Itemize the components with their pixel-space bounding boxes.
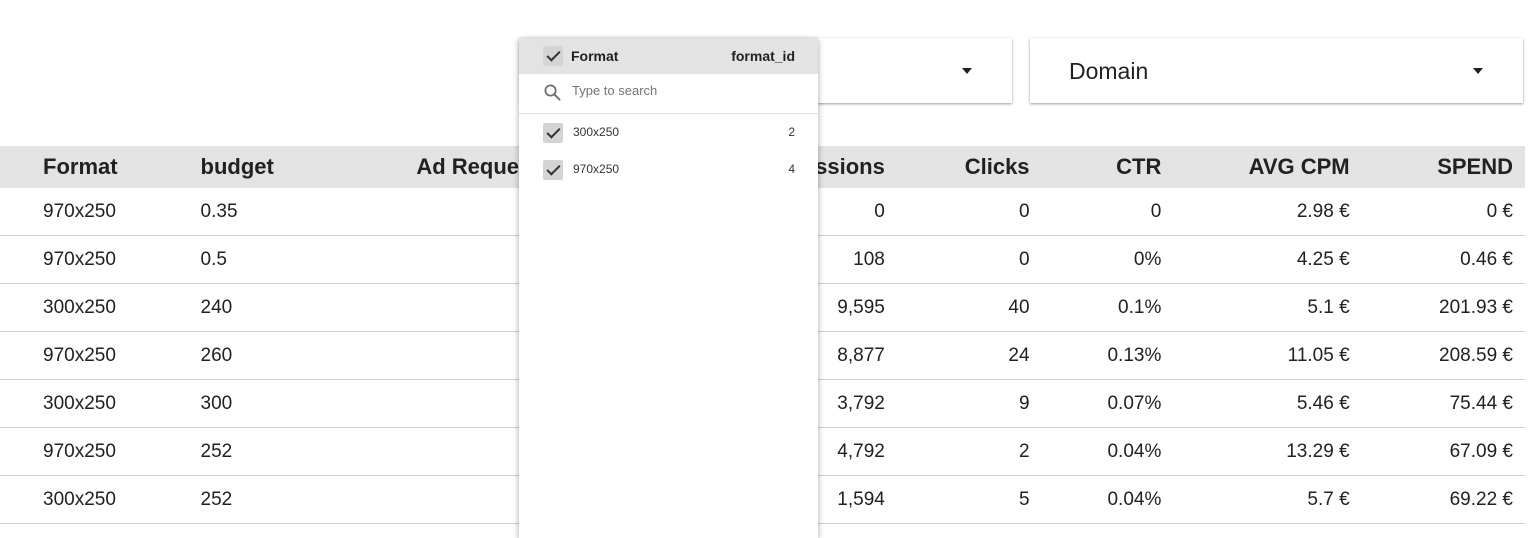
cell-budget: 260 <box>200 331 357 380</box>
dropdown-header-label: Format <box>571 48 619 64</box>
column-header-budget[interactable]: budget <box>200 146 357 188</box>
dropdown-header-id: format_id <box>731 48 795 64</box>
cell-avg-cpm: 2.98 € <box>1161 188 1350 236</box>
cell-spend: 0 € <box>1349 188 1525 236</box>
cell-format: 970x250 <box>0 235 201 284</box>
cell-format: 970x250 <box>0 188 201 236</box>
item-checkbox[interactable] <box>543 160 563 180</box>
item-count: 2 <box>788 125 795 139</box>
cell-avg-cpm: 4.25 € <box>1161 235 1350 284</box>
cell-ctr: 0.04% <box>1029 427 1162 476</box>
column-header-clicks[interactable]: Clicks <box>884 146 1030 188</box>
cell-clicks: 24 <box>884 331 1030 380</box>
cell-format: 970x250 <box>0 427 201 476</box>
cell-spend: 69.22 € <box>1349 475 1525 524</box>
domain-filter-label: Domain <box>1069 58 1149 84</box>
cell-budget: 0.35 <box>200 188 357 236</box>
cell-spend: 67.09 € <box>1349 427 1525 476</box>
cell-spend: 201.93 € <box>1349 283 1525 332</box>
dropdown-header[interactable]: Format format_id <box>519 38 818 74</box>
cell-avg-cpm: 11.05 € <box>1161 331 1350 380</box>
cell-clicks: 0 <box>884 188 1030 236</box>
cell-ctr: 0% <box>1029 235 1162 284</box>
column-header-avg-cpm[interactable]: AVG CPM <box>1161 146 1350 188</box>
cell-clicks: 2 <box>884 427 1030 476</box>
cell-format: 970x250 <box>0 331 201 380</box>
cell-avg-cpm: 5.7 € <box>1161 475 1350 524</box>
search-input[interactable] <box>572 83 792 98</box>
cell-avg-cpm: 13.29 € <box>1161 427 1350 476</box>
cell-budget: 252 <box>200 475 357 524</box>
cell-format: 300x250 <box>0 379 201 428</box>
item-checkbox[interactable] <box>543 123 563 143</box>
column-header-format[interactable]: Format <box>0 146 201 188</box>
cell-spend: 208.59 € <box>1349 331 1525 380</box>
cell-format: 300x250 <box>0 475 201 524</box>
chevron-down-icon[interactable] <box>962 68 972 74</box>
cell-budget: 252 <box>200 427 357 476</box>
cell-spend: 0.46 € <box>1349 235 1525 284</box>
cell-avg-cpm: 5.46 € <box>1161 379 1350 428</box>
search-icon <box>544 84 561 101</box>
dropdown-search <box>519 74 818 114</box>
cell-budget: 0.5 <box>200 235 357 284</box>
list-item[interactable]: 970x250 4 <box>519 151 818 188</box>
cell-clicks: 40 <box>884 283 1030 332</box>
cell-ctr: 0.07% <box>1029 379 1162 428</box>
cell-ctr: 0.1% <box>1029 283 1162 332</box>
cell-ctr: 0.04% <box>1029 475 1162 524</box>
cell-clicks: 9 <box>884 379 1030 428</box>
cell-ctr: 0.13% <box>1029 331 1162 380</box>
cell-clicks: 0 <box>884 235 1030 284</box>
chevron-down-icon[interactable] <box>1473 68 1483 74</box>
list-item[interactable]: 300x250 2 <box>519 114 818 151</box>
column-header-spend[interactable]: SPEND <box>1349 146 1525 188</box>
item-label: 300x250 <box>573 125 620 139</box>
item-label: 970x250 <box>573 162 620 176</box>
cell-budget: 240 <box>200 283 357 332</box>
column-header-ctr[interactable]: CTR <box>1029 146 1162 188</box>
select-all-checkbox[interactable] <box>543 46 563 66</box>
cell-clicks: 5 <box>884 475 1030 524</box>
item-count: 4 <box>788 162 795 176</box>
format-filter-dropdown: Format format_id 300x250 2 970x250 4 <box>519 38 818 538</box>
cell-ctr: 0 <box>1029 188 1162 236</box>
cell-budget: 300 <box>200 379 357 428</box>
cell-format: 300x250 <box>0 283 201 332</box>
cell-avg-cpm: 5.1 € <box>1161 283 1350 332</box>
cell-spend: 75.44 € <box>1349 379 1525 428</box>
domain-filter-selector[interactable]: Domain <box>1030 38 1523 103</box>
